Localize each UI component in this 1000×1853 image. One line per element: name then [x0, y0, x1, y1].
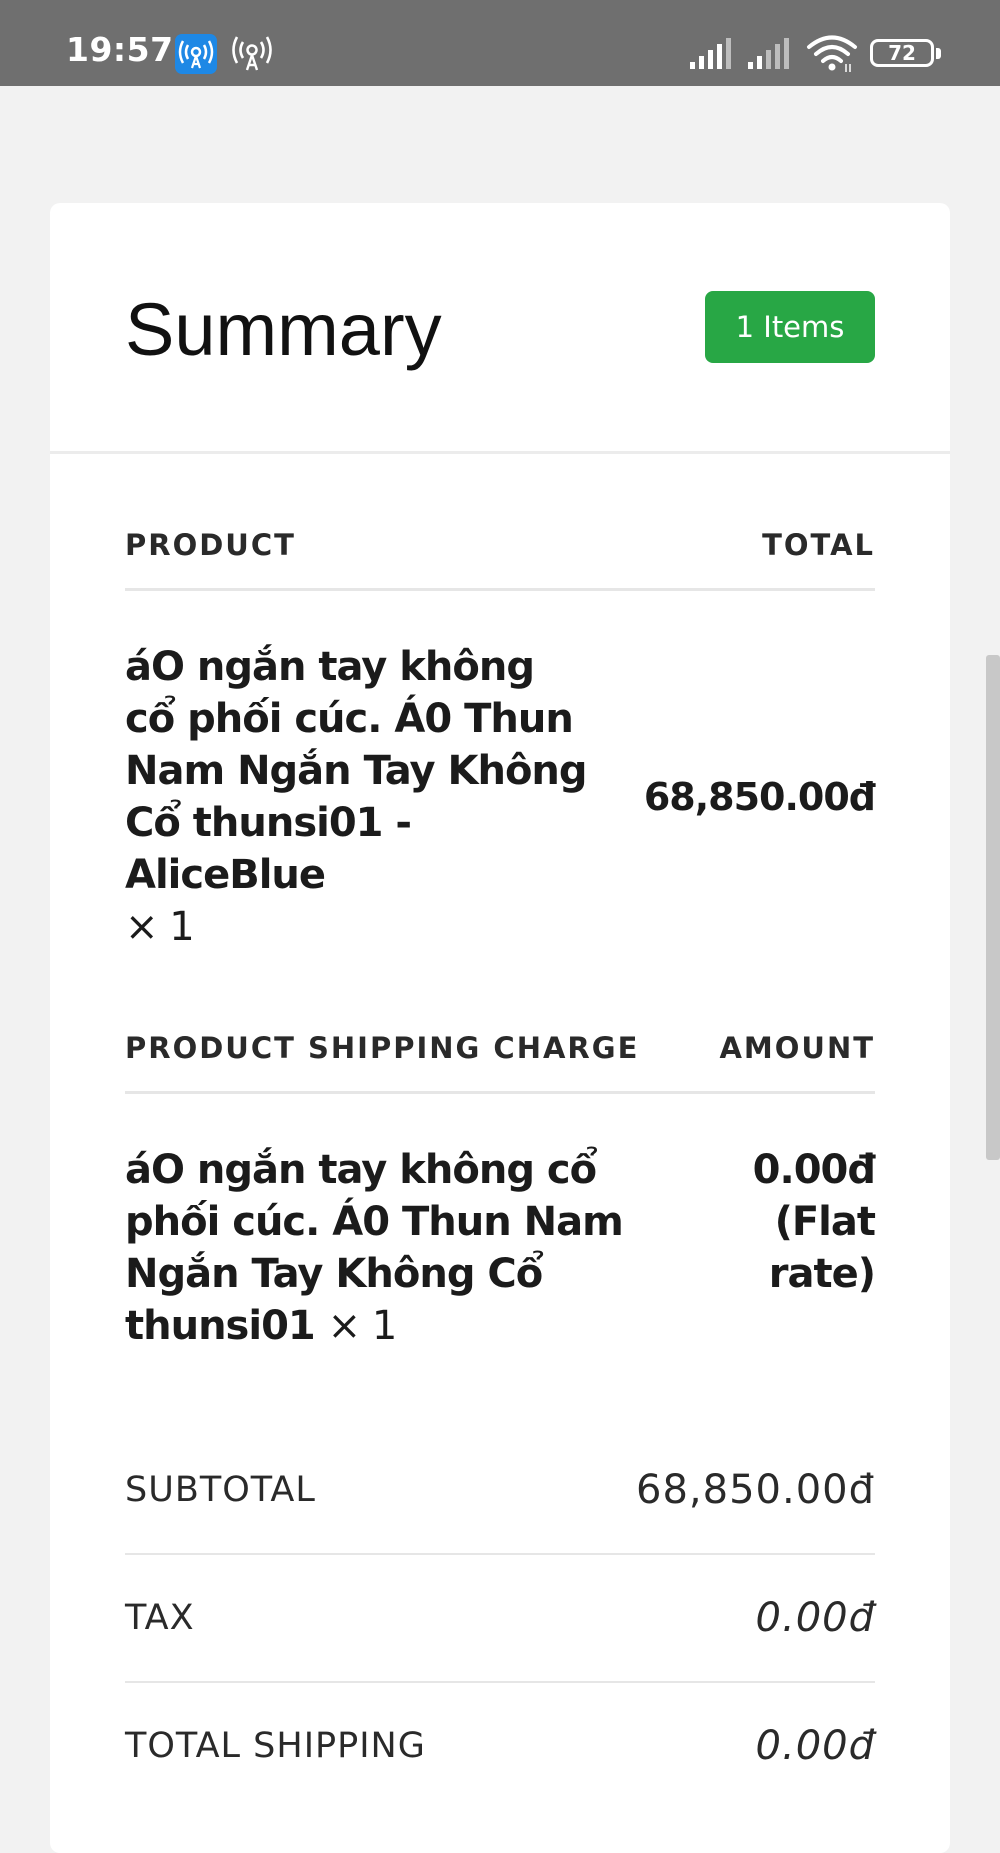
product-column-header: PRODUCT: [125, 528, 296, 562]
status-time: 19:57: [66, 30, 174, 69]
hotspot-icon: [226, 32, 278, 74]
subtotal-row: SUBTOTAL 68,850.00đ: [125, 1427, 875, 1555]
total-shipping-row: TOTAL SHIPPING 0.00đ: [125, 1683, 875, 1809]
wifi-icon: [806, 34, 858, 74]
product-total: 68,850.00đ: [643, 775, 876, 819]
battery-icon: 72: [870, 39, 942, 69]
product-name-text: áO ngắn tay không cổ phối cúc. Á0 Thun N…: [125, 644, 588, 898]
subtotal-label: SUBTOTAL: [125, 1470, 316, 1510]
page-title: Summary: [125, 288, 442, 371]
totals-section: SUBTOTAL 68,850.00đ TAX 0.00đ TOTAL SHIP…: [125, 1427, 875, 1809]
tax-value: 0.00đ: [755, 1595, 875, 1641]
items-count-badge: 1 Items: [705, 291, 875, 363]
product-name: áO ngắn tay không cổ phối cúc. Á0 Thun N…: [125, 641, 595, 953]
scrollbar[interactable]: [986, 655, 1000, 1160]
battery-level: 72: [888, 41, 916, 65]
shipping-product-quantity: × 1: [327, 1303, 398, 1349]
tax-row: TAX 0.00đ: [125, 1555, 875, 1683]
status-bar: 19:57 72: [0, 0, 1000, 86]
shipping-product-name: áO ngắn tay không cổ phối cúc. Á0 Thun N…: [125, 1144, 685, 1352]
products-table-header: PRODUCT TOTAL: [125, 528, 875, 591]
product-quantity: × 1: [125, 904, 195, 950]
summary-card: Summary 1 Items PRODUCT TOTAL áO ngắn ta…: [50, 203, 950, 1853]
shipping-charge-column-header: PRODUCT SHIPPING CHARGE: [125, 1031, 640, 1065]
summary-header: Summary 1 Items: [50, 203, 950, 454]
signal-icon: [746, 36, 792, 70]
shipping-amount: 0.00đ (Flat rate): [752, 1147, 876, 1297]
shipping-table-header: PRODUCT SHIPPING CHARGE AMOUNT: [125, 1031, 875, 1094]
shipping-row: áO ngắn tay không cổ phối cúc. Á0 Thun N…: [125, 1094, 876, 1352]
product-row: áO ngắn tay không cổ phối cúc. Á0 Thun N…: [125, 591, 876, 953]
total-column-header: TOTAL: [762, 528, 875, 562]
subtotal-value: 68,850.00đ: [636, 1467, 875, 1513]
signal-icon: [688, 36, 734, 70]
amount-column-header: AMOUNT: [719, 1031, 875, 1065]
tax-label: TAX: [125, 1598, 195, 1638]
shipping-section: PRODUCT SHIPPING CHARGE AMOUNT áO ngắn t…: [125, 1031, 876, 1352]
products-section: PRODUCT TOTAL áO ngắn tay không cổ phối …: [125, 528, 876, 953]
total-shipping-value: 0.00đ: [755, 1723, 875, 1769]
hotspot-icon: [175, 34, 217, 74]
total-shipping-label: TOTAL SHIPPING: [125, 1726, 426, 1766]
